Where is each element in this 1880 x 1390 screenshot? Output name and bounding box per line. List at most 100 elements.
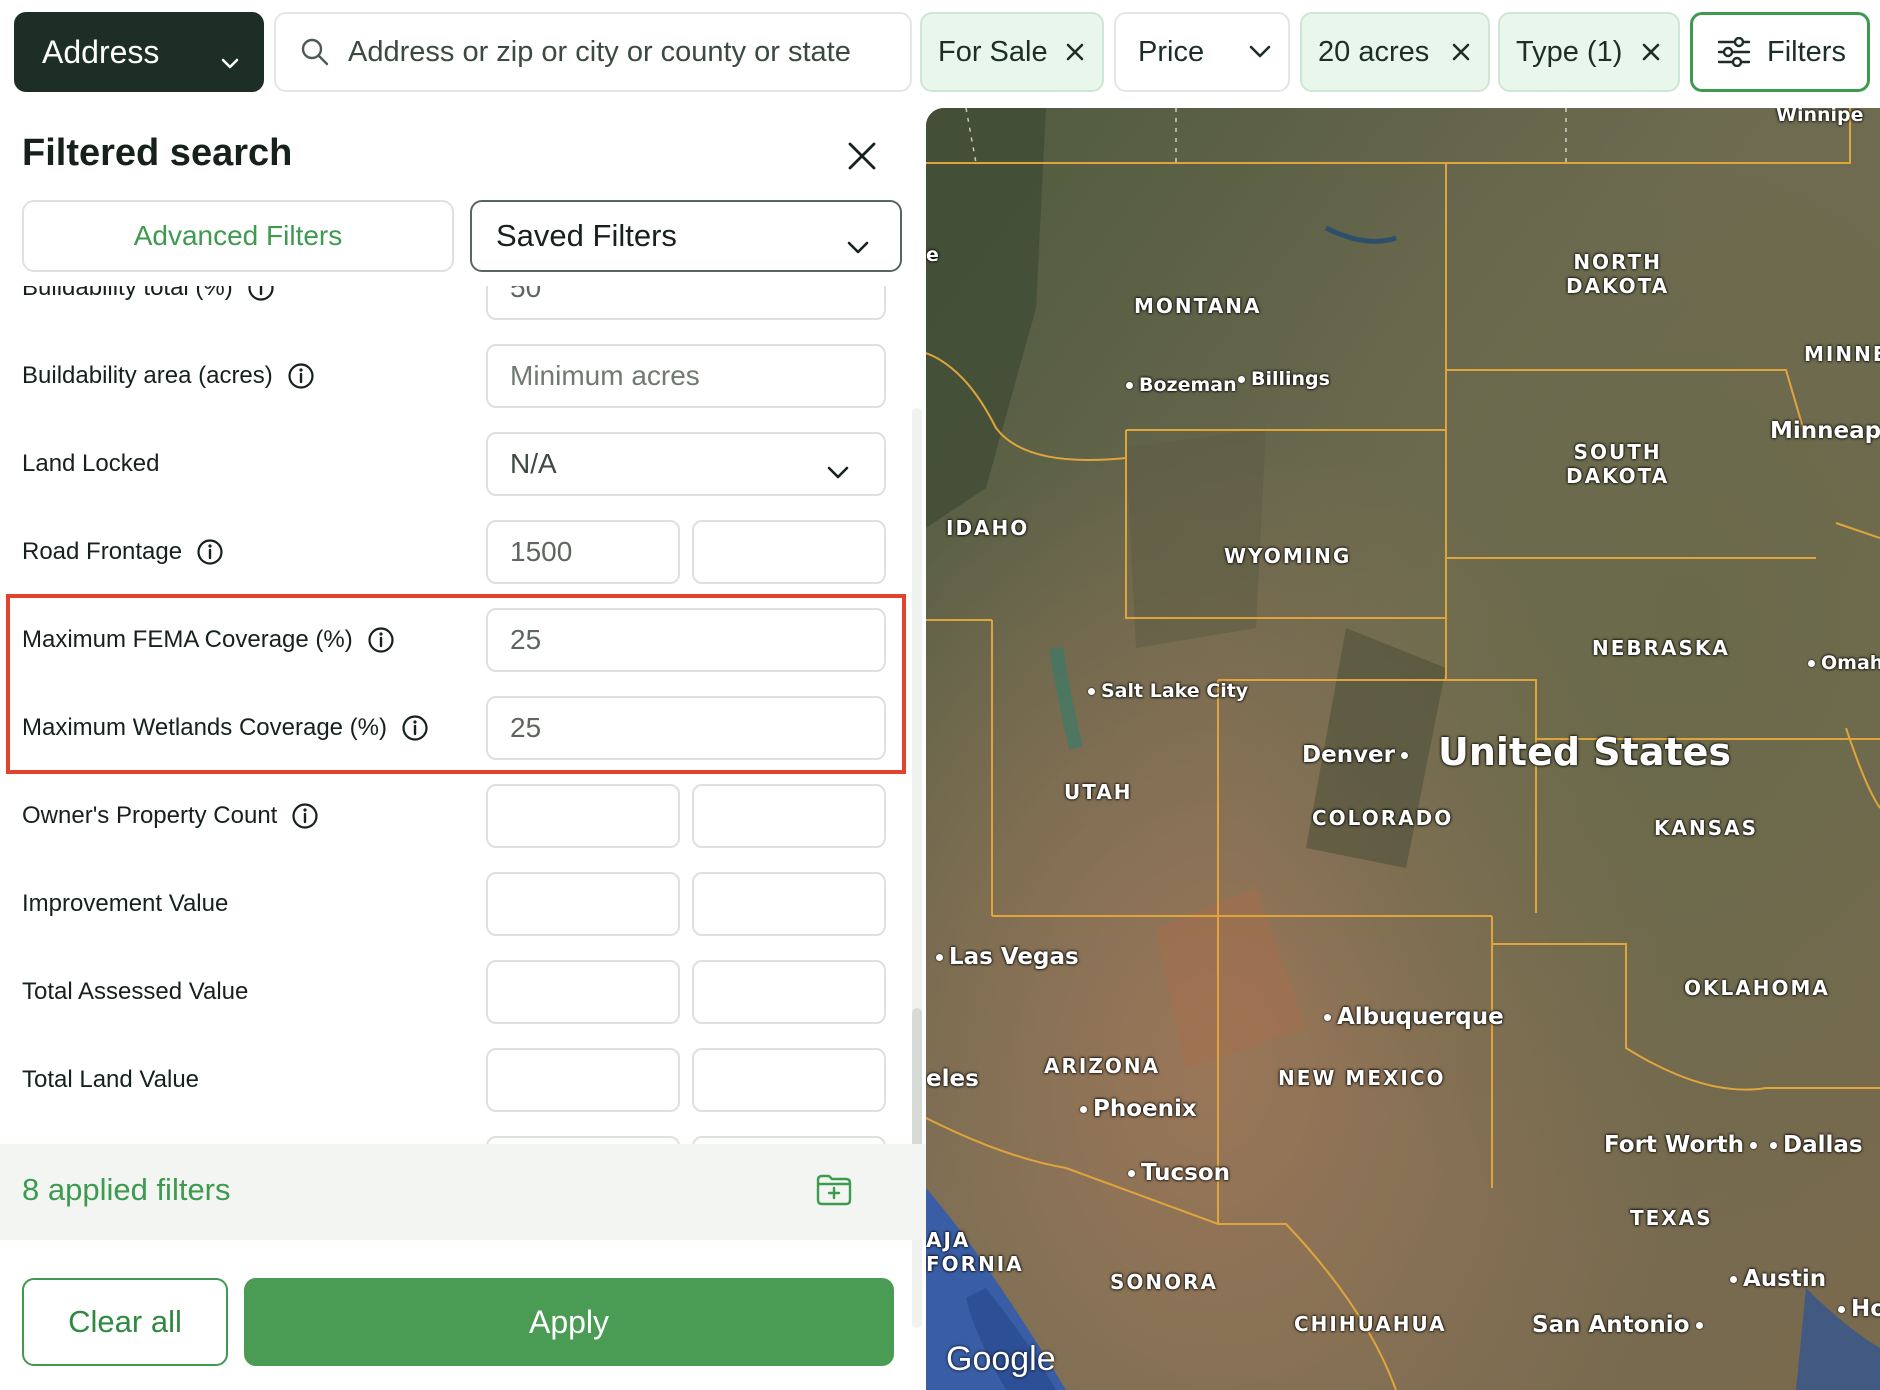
close-icon[interactable] [1450, 41, 1472, 63]
saved-filters-dropdown[interactable]: Saved Filters [470, 200, 902, 272]
chevron-down-icon [846, 228, 870, 264]
filter-label-text: Road Frontage [22, 538, 183, 565]
address-type-label: Address [42, 33, 160, 70]
assessed-max-input[interactable] [692, 960, 886, 1024]
land-value-min-input[interactable] [486, 1048, 680, 1112]
map-label-kansas: KANSAS [1654, 816, 1759, 840]
city-dot [1080, 1106, 1087, 1113]
land-value-max-input[interactable] [692, 1048, 886, 1112]
filter-row-improvement: Improvement Value [0, 872, 900, 936]
buildability-total-input[interactable]: 50 [486, 286, 886, 320]
filters-scroll-area[interactable]: Buildability total (%) 50 Buildability a… [0, 286, 926, 1252]
assessed-min-input[interactable] [486, 960, 680, 1024]
map-city-san-antonio: San Antonio [1532, 1312, 1709, 1338]
map-label-text: NORTH [1573, 250, 1662, 274]
close-icon[interactable] [1640, 41, 1662, 63]
clear-all-button[interactable]: Clear all [22, 1278, 228, 1366]
owner-count-min-input[interactable] [486, 784, 680, 848]
map-city-albuquerque: Albuquerque [1318, 1004, 1504, 1030]
city-dot [1324, 1014, 1331, 1021]
address-type-dropdown[interactable]: Address [14, 12, 264, 92]
google-logo: Google [946, 1340, 1056, 1378]
map-label-country: United States [1438, 730, 1732, 774]
info-icon[interactable] [196, 538, 224, 566]
map-city-winnipeg: Winnipe [1776, 108, 1864, 126]
chevron-down-icon [826, 456, 850, 488]
city-dot [1750, 1142, 1757, 1149]
filters-label: Filters [1767, 35, 1846, 68]
filter-row-buildability-area: Buildability area (acres) Minimum acres [0, 344, 900, 408]
city-dot [1730, 1276, 1737, 1283]
search-placeholder: Address or zip or city or county or stat… [348, 35, 851, 68]
city-name: Bozeman [1139, 374, 1237, 396]
fema-coverage-input[interactable]: 25 [486, 608, 886, 672]
chevron-down-icon [220, 42, 240, 79]
filter-panel: Filtered search Advanced Filters Saved F… [0, 108, 926, 1390]
filter-label-text: Maximum FEMA Coverage (%) [22, 626, 353, 653]
close-icon[interactable] [842, 136, 882, 176]
map-label-utah: UTAH [1064, 780, 1133, 804]
city-dot [936, 954, 943, 961]
chip-acres[interactable]: 20 acres [1300, 12, 1490, 92]
city-name: Las Vegas [949, 944, 1079, 970]
chip-price[interactable]: Price [1114, 12, 1290, 92]
map-label-new-mexico: NEW MEXICO [1278, 1066, 1446, 1090]
improvement-min-input[interactable] [486, 872, 680, 936]
chip-type-label: Type (1) [1516, 35, 1623, 68]
input-value: 25 [510, 712, 542, 743]
filter-row-owner-count: Owner's Property Count [0, 784, 900, 848]
filter-row-land-locked: Land Locked N/A [0, 432, 900, 496]
map-city-omaha: Omah [1802, 652, 1880, 674]
map-city-salt-lake: Salt Lake City [1082, 680, 1248, 702]
filter-label-text: Owner's Property Count [22, 802, 278, 829]
city-dot [1401, 752, 1408, 759]
improvement-max-input[interactable] [692, 872, 886, 936]
search-icon [300, 37, 330, 67]
filters-button[interactable]: Filters [1690, 12, 1870, 92]
land-locked-select[interactable]: N/A [486, 432, 886, 496]
city-name: Phoenix [1093, 1096, 1197, 1122]
road-frontage-min-input[interactable]: 1500 [486, 520, 680, 584]
map-city-billings: Billings [1232, 368, 1330, 390]
map-label-texas: TEXAS [1630, 1206, 1713, 1230]
road-frontage-max-input[interactable] [692, 520, 886, 584]
chip-for-sale[interactable]: For Sale [920, 12, 1104, 92]
city-name: Fort Worth [1604, 1132, 1744, 1158]
save-folder-icon[interactable] [814, 1170, 854, 1208]
city-name: Omah [1821, 652, 1880, 674]
advanced-filters-button[interactable]: Advanced Filters [22, 200, 454, 272]
city-name: Salt Lake City [1101, 680, 1249, 702]
info-icon[interactable] [287, 362, 315, 390]
filter-row-land-value: Total Land Value [0, 1048, 900, 1112]
chip-type[interactable]: Type (1) [1498, 12, 1680, 92]
scrollbar-thumb[interactable] [912, 1008, 922, 1158]
city-dot [1128, 1170, 1135, 1177]
close-icon[interactable] [1064, 41, 1086, 63]
map-label-nebraska: NEBRASKA [1592, 636, 1730, 660]
select-value: N/A [510, 448, 557, 479]
search-input[interactable]: Address or zip or city or county or stat… [274, 12, 912, 92]
info-icon[interactable] [247, 286, 275, 302]
chip-price-label: Price [1138, 35, 1205, 68]
filter-label: Buildability total (%) [22, 286, 275, 320]
filter-label-text: Buildability total (%) [22, 286, 233, 301]
apply-button[interactable]: Apply [244, 1278, 894, 1366]
filter-label: Buildability area (acres) [22, 344, 315, 408]
info-icon[interactable] [291, 802, 319, 830]
chevron-down-icon [1248, 44, 1272, 60]
map-label-north-dakota: NORTH DAKOTA [1566, 250, 1669, 298]
map-label-text: SOUTH [1573, 440, 1662, 464]
owner-count-max-input[interactable] [692, 784, 886, 848]
chip-for-sale-label: For Sale [938, 35, 1048, 68]
city-name: Ho [1851, 1296, 1880, 1322]
filter-row-assessed: Total Assessed Value [0, 960, 900, 1024]
map-city-las-vegas: Las Vegas [930, 944, 1079, 970]
info-icon[interactable] [401, 714, 429, 742]
filter-label: Improvement Value [22, 872, 228, 936]
map-view[interactable]: MONTANA NORTH DAKOTA MINNE SOUTH DAKOTA … [926, 108, 1880, 1390]
buildability-area-input[interactable]: Minimum acres [486, 344, 886, 408]
applied-filters-count: 8 applied filters [22, 1172, 231, 1207]
info-icon[interactable] [367, 626, 395, 654]
wetlands-coverage-input[interactable]: 25 [486, 696, 886, 760]
map-label-minnesota: MINNE [1804, 342, 1880, 366]
